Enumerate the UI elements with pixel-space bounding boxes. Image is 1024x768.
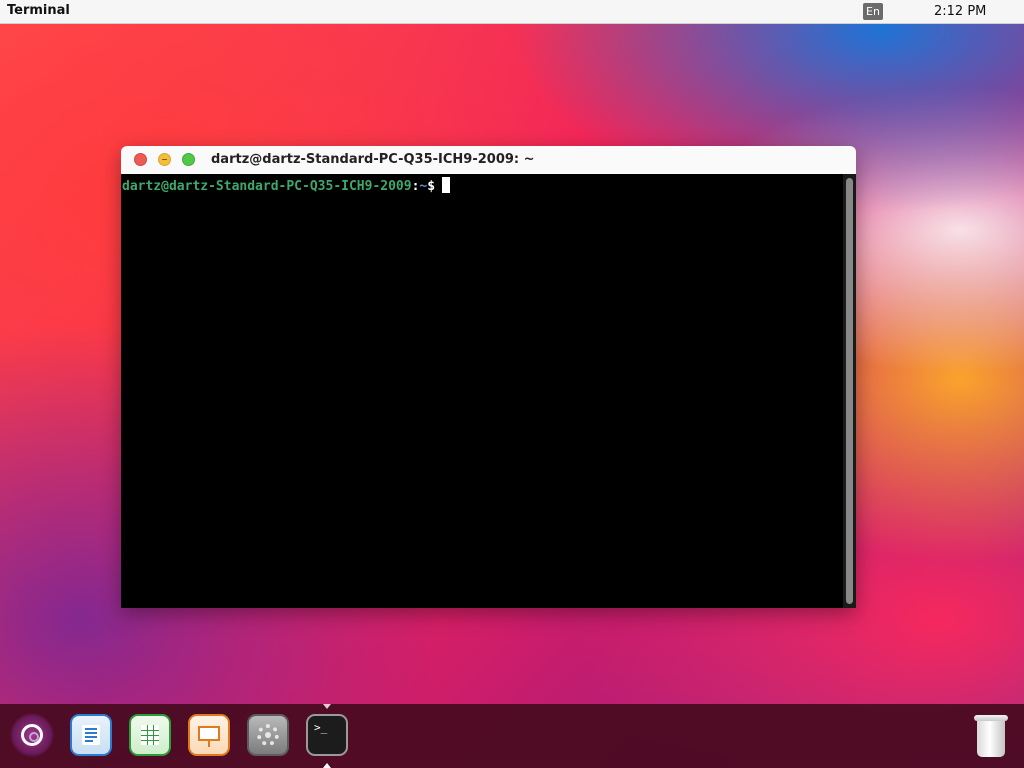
- terminal-titlebar[interactable]: dartz@dartz-Standard-PC-Q35-ICH9-2009: ~: [121, 146, 856, 175]
- running-indicator-icon: [323, 704, 331, 709]
- maximize-window-button[interactable]: [182, 153, 195, 166]
- terminal-scrollbar[interactable]: [843, 174, 856, 608]
- minimize-window-button[interactable]: [158, 153, 171, 166]
- input-language-indicator[interactable]: En: [863, 3, 883, 20]
- terminal-icon[interactable]: >_: [306, 714, 348, 756]
- settings-gear-icon[interactable]: [247, 714, 289, 756]
- trash-icon[interactable]: [974, 713, 1008, 759]
- active-app-name[interactable]: Terminal: [7, 3, 70, 18]
- impress-icon[interactable]: [188, 714, 230, 756]
- prompt-symbol: $: [427, 179, 436, 194]
- clock[interactable]: 2:12 PM: [934, 4, 986, 19]
- terminal-window[interactable]: dartz@dartz-Standard-PC-Q35-ICH9-2009: ~…: [121, 146, 856, 608]
- spreadsheet-icon: [141, 725, 159, 745]
- dock: >_: [0, 704, 1024, 768]
- launcher-ring-icon: [21, 724, 43, 746]
- scrollbar-thumb[interactable]: [846, 178, 853, 604]
- document-icon: [82, 725, 100, 745]
- writer-icon[interactable]: [70, 714, 112, 756]
- top-bar: Terminal En 2:12 PM: [0, 0, 1024, 24]
- ubuntu-launcher-icon[interactable]: [10, 713, 54, 757]
- presentation-icon: [198, 726, 220, 747]
- terminal-window-title: dartz@dartz-Standard-PC-Q35-ICH9-2009: ~: [211, 152, 535, 167]
- gear-icon: [257, 724, 279, 746]
- calc-icon[interactable]: [129, 714, 171, 756]
- close-window-button[interactable]: [134, 153, 147, 166]
- terminal-output-area[interactable]: dartz@dartz-Standard-PC-Q35-ICH9-2009:~$: [121, 174, 843, 608]
- shell-prompt-line: dartz@dartz-Standard-PC-Q35-ICH9-2009:~$: [122, 177, 451, 194]
- running-indicator-icon: [323, 763, 331, 768]
- prompt-user-host: dartz@dartz-Standard-PC-Q35-ICH9-2009: [122, 179, 412, 194]
- trash-bin: [977, 721, 1005, 757]
- desktop: Terminal En 2:12 PM dartz@dartz-Standard…: [0, 0, 1024, 768]
- terminal-prompt-glyph: >_: [314, 721, 328, 734]
- text-cursor: [442, 177, 451, 193]
